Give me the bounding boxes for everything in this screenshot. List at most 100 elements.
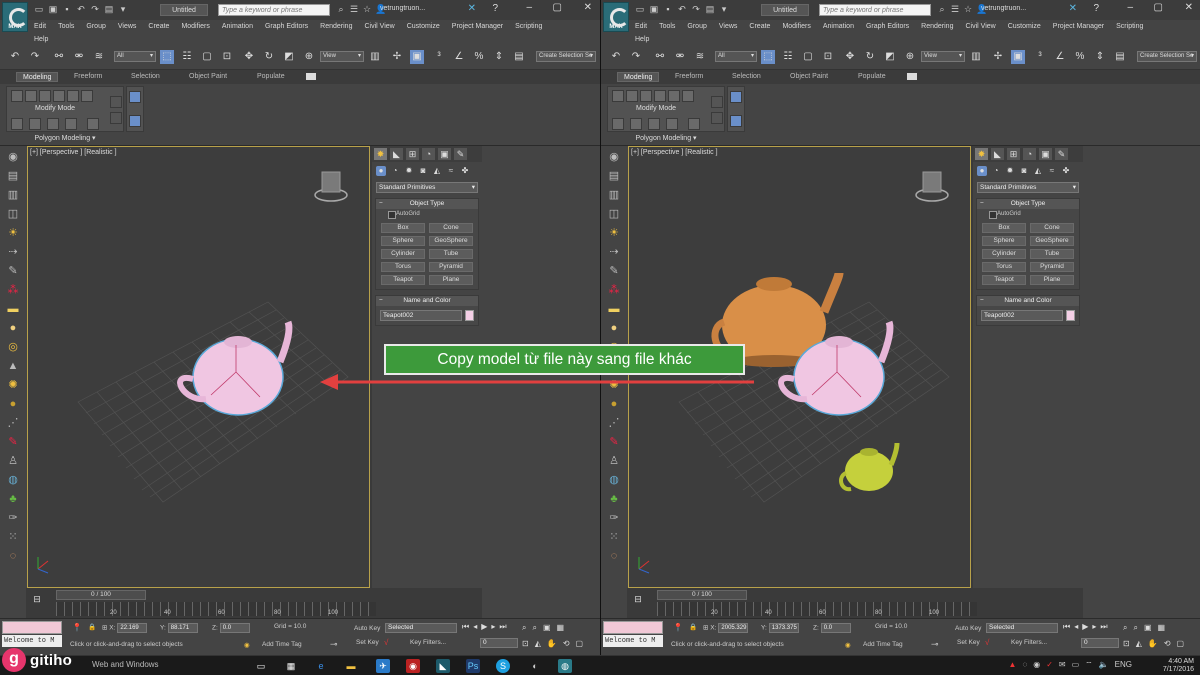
- maximize-viewport-icon[interactable]: ▢: [576, 639, 584, 648]
- taskbar-search[interactable]: Web and Windows: [92, 660, 159, 669]
- edit-named-sets-icon[interactable]: ▤: [1113, 50, 1127, 64]
- set-key-button[interactable]: Set Key: [957, 639, 980, 646]
- redo-icon[interactable]: ↷: [90, 4, 100, 14]
- element-icon[interactable]: [682, 90, 694, 102]
- pyramid-button[interactable]: Pyramid: [1030, 262, 1074, 272]
- sphere-icon[interactable]: ●: [606, 320, 622, 336]
- reference-coordinate-dropdown[interactable]: View: [320, 51, 364, 62]
- autogrid-checkbox[interactable]: AutoGrid: [376, 209, 478, 220]
- viewport-layout-icon[interactable]: ◉: [606, 149, 622, 165]
- settings-icon[interactable]: [87, 118, 99, 130]
- name-and-color-header[interactable]: Name and Color: [977, 296, 1079, 306]
- polygon-icon[interactable]: [67, 90, 79, 102]
- undo-icon[interactable]: ↶: [76, 4, 86, 14]
- menu-animation[interactable]: Animation: [222, 23, 253, 30]
- workspace-icon[interactable]: ▾: [719, 4, 729, 14]
- pivot-icon[interactable]: ▥: [969, 50, 983, 64]
- key-mode-icon[interactable]: √: [384, 638, 388, 647]
- vertex-icon[interactable]: [626, 90, 638, 102]
- keyword-search-input[interactable]: Type a keyword or phrase: [819, 4, 931, 16]
- place-icon[interactable]: ⊕: [903, 50, 917, 64]
- polygon-modeling-label[interactable]: Polygon Modeling ▾: [607, 134, 725, 144]
- y-coord-input[interactable]: 1373.375: [768, 623, 799, 633]
- selection-filter-dropdown[interactable]: All: [715, 51, 757, 62]
- object-color-swatch[interactable]: [465, 310, 474, 321]
- menu-scripting[interactable]: Scripting: [515, 23, 542, 30]
- border-icon[interactable]: [53, 90, 65, 102]
- preview-off-icon[interactable]: [612, 118, 624, 130]
- menu-group[interactable]: Group: [687, 23, 706, 30]
- zoom-all-icon[interactable]: ⌕: [1133, 623, 1137, 633]
- spacewarps-icon[interactable]: ≈: [446, 166, 456, 176]
- select-by-name-icon[interactable]: ☷: [180, 50, 194, 64]
- geometry-icon[interactable]: ●: [376, 166, 386, 176]
- move-icon[interactable]: ✥: [242, 50, 256, 64]
- torus-button[interactable]: Torus: [381, 262, 425, 272]
- paint-icon[interactable]: ✎: [606, 434, 622, 450]
- cone-icon[interactable]: ▲: [5, 358, 21, 374]
- menu-views[interactable]: Views: [719, 23, 738, 30]
- time-tag-icon[interactable]: ◉: [244, 641, 250, 649]
- named-selection-set-dropdown[interactable]: Create Selection Se: [536, 51, 596, 62]
- use-nurms-icon[interactable]: [65, 118, 77, 130]
- select-by-name-icon[interactable]: ☷: [781, 50, 795, 64]
- app-icon-2[interactable]: ◉: [406, 659, 420, 673]
- lock-icon[interactable]: 🔒: [88, 623, 96, 631]
- object-name-input[interactable]: Teapot002: [380, 310, 463, 321]
- pyramid-button[interactable]: Pyramid: [429, 262, 473, 272]
- modify-tab-icon[interactable]: ◣: [991, 148, 1004, 160]
- spinner-snap-icon[interactable]: ⇕: [1093, 50, 1107, 64]
- rotate-icon[interactable]: ↻: [262, 50, 276, 64]
- menu-edit[interactable]: Edit: [34, 23, 46, 30]
- remove-modifier-icon[interactable]: [711, 112, 723, 124]
- set-key-button[interactable]: Set Key: [356, 639, 379, 646]
- auto-key-button[interactable]: Auto Key: [354, 625, 380, 632]
- z-coord-input[interactable]: 0.0: [219, 623, 250, 633]
- show-end-result-icon[interactable]: [730, 115, 742, 127]
- welcome-text[interactable]: Welcome to M: [603, 635, 663, 647]
- zoom-extents-icon[interactable]: ▣: [543, 623, 551, 633]
- selection-filter-dropdown[interactable]: All: [114, 51, 156, 62]
- tab-object-paint[interactable]: Object Paint: [189, 72, 227, 82]
- edge-browser-icon[interactable]: e: [314, 659, 328, 673]
- y-coord-input[interactable]: 88.171: [167, 623, 198, 633]
- element-icon[interactable]: [81, 90, 93, 102]
- light-icon[interactable]: ☀: [5, 225, 21, 241]
- hierarchy-tab-icon[interactable]: ⊞: [406, 148, 419, 160]
- object-name-input[interactable]: Teapot002: [981, 310, 1064, 321]
- create-tab-icon[interactable]: ✸: [975, 148, 988, 160]
- x-exchange-icon[interactable]: ✕: [468, 3, 476, 14]
- menu-scripting[interactable]: Scripting: [1116, 23, 1143, 30]
- cameras-icon[interactable]: ◙: [418, 166, 428, 176]
- viewcube-icon[interactable]: [915, 171, 949, 202]
- menu-civil-view[interactable]: Civil View: [364, 23, 394, 30]
- menu-tools[interactable]: Tools: [659, 23, 675, 30]
- utilities-tab-icon[interactable]: ✎: [454, 148, 467, 160]
- file-explorer-icon[interactable]: ▬: [344, 659, 358, 673]
- angle-snap-icon[interactable]: ∠: [452, 50, 466, 64]
- mini-curve-editor-icon[interactable]: ⊟: [30, 592, 44, 606]
- task-view-icon[interactable]: ▭: [254, 659, 268, 673]
- ribbon-options-icon[interactable]: [306, 73, 316, 80]
- sun-icon[interactable]: ✺: [5, 377, 21, 393]
- maximize-viewport-icon[interactable]: ▢: [1177, 639, 1185, 648]
- wifi-icon[interactable]: ⌔: [1085, 660, 1093, 670]
- light-icon[interactable]: ☀: [606, 225, 622, 241]
- time-tag-icon[interactable]: ◉: [845, 641, 851, 649]
- lights-icon[interactable]: ✹: [1005, 166, 1015, 176]
- world-icon[interactable]: ◌: [606, 548, 622, 564]
- geosphere-icon[interactable]: ●: [5, 396, 21, 412]
- fov-icon[interactable]: ◭: [535, 639, 541, 648]
- bind-spacewarp-icon[interactable]: ≋: [92, 50, 106, 64]
- menu-edit[interactable]: Edit: [635, 23, 647, 30]
- scale-icon[interactable]: ◩: [883, 50, 897, 64]
- clock[interactable]: 4:40 AM 7/17/2016: [1163, 658, 1194, 674]
- zoom-extents-all-icon[interactable]: ▦: [557, 623, 565, 633]
- preview-off-icon[interactable]: [11, 118, 23, 130]
- place-icon[interactable]: ⊕: [302, 50, 316, 64]
- select-object-icon[interactable]: ⬚: [160, 50, 174, 64]
- snap-3-icon[interactable]: ³: [432, 50, 446, 64]
- menu-civil-view[interactable]: Civil View: [965, 23, 995, 30]
- zoom-all-icon[interactable]: ⌕: [532, 623, 536, 633]
- rotate-icon[interactable]: ↻: [863, 50, 877, 64]
